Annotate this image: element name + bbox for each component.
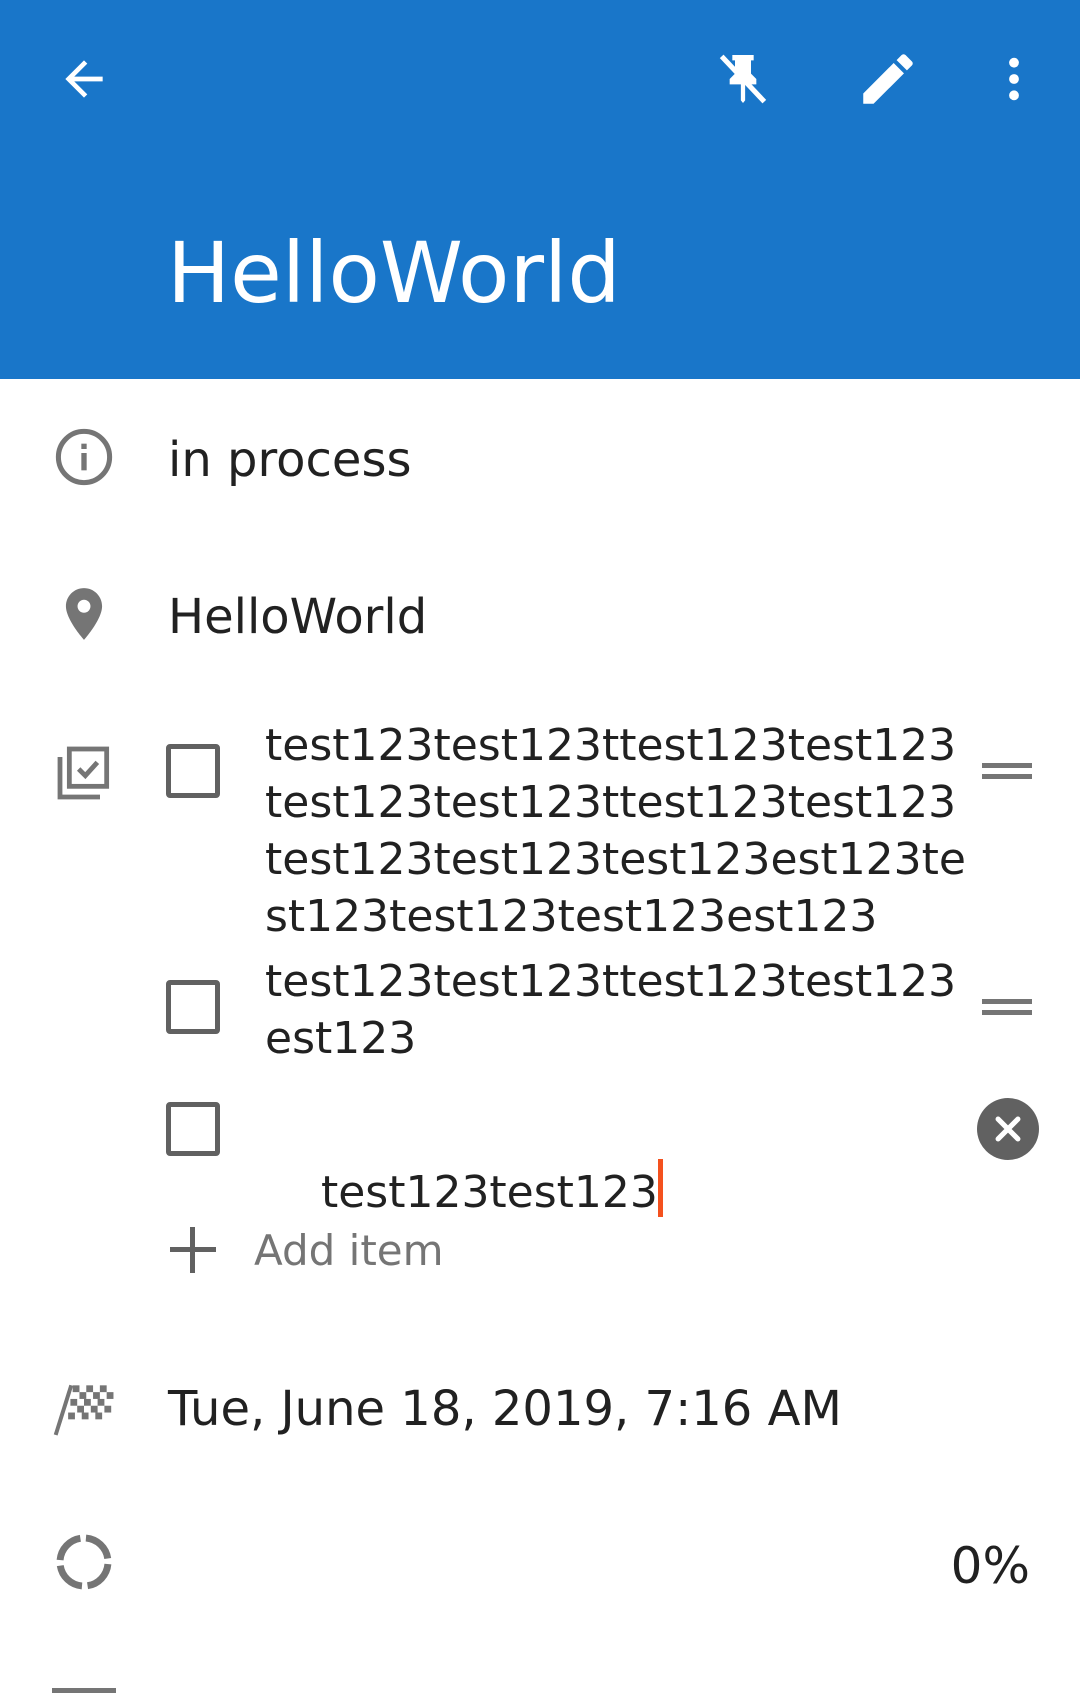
back-button[interactable] — [38, 33, 130, 125]
text-caret — [657, 1159, 663, 1217]
checklist-item-checkbox[interactable] — [166, 744, 220, 798]
plus-icon — [168, 1225, 218, 1275]
checkered-flag-icon — [50, 1374, 118, 1442]
checklist-item-checkbox[interactable] — [166, 1102, 220, 1156]
clear-item-button[interactable] — [977, 1098, 1039, 1160]
next-row-icon — [52, 1688, 116, 1699]
unpin-button[interactable] — [697, 33, 789, 125]
add-item-label: Add item — [254, 1225, 444, 1275]
checklist-item-text[interactable]: test123test123ttest123test123 test123tes… — [265, 717, 966, 945]
checklist-item-input-value: test123test123 — [320, 1167, 658, 1218]
edit-button[interactable] — [842, 33, 934, 125]
add-item-button[interactable]: Add item — [168, 1217, 444, 1283]
checklist-item-text[interactable]: test123test123ttest123test123 est123 — [265, 953, 956, 1067]
app-bar: HelloWorld — [0, 0, 1080, 379]
close-icon — [995, 1116, 1021, 1142]
due-date-text[interactable]: Tue, June 18, 2019, 7:16 AM — [168, 1379, 842, 1439]
pin-off-icon — [719, 54, 767, 104]
location-text[interactable]: HelloWorld — [168, 587, 427, 647]
status-text[interactable]: in process — [168, 430, 411, 490]
location-pin-icon — [50, 580, 118, 648]
checklist-item-checkbox[interactable] — [166, 980, 220, 1034]
drag-handle-icon[interactable] — [982, 992, 1032, 1022]
info-icon — [50, 423, 118, 491]
more-vert-icon — [1009, 57, 1019, 101]
progress-ring-icon — [50, 1528, 118, 1596]
checklist-icon — [50, 739, 118, 807]
pencil-icon — [863, 54, 913, 104]
more-options-button[interactable] — [968, 33, 1060, 125]
arrow-back-icon — [65, 60, 103, 98]
drag-handle-icon[interactable] — [982, 756, 1032, 786]
progress-value[interactable]: 0% — [951, 1534, 1030, 1598]
task-title: HelloWorld — [167, 224, 621, 322]
